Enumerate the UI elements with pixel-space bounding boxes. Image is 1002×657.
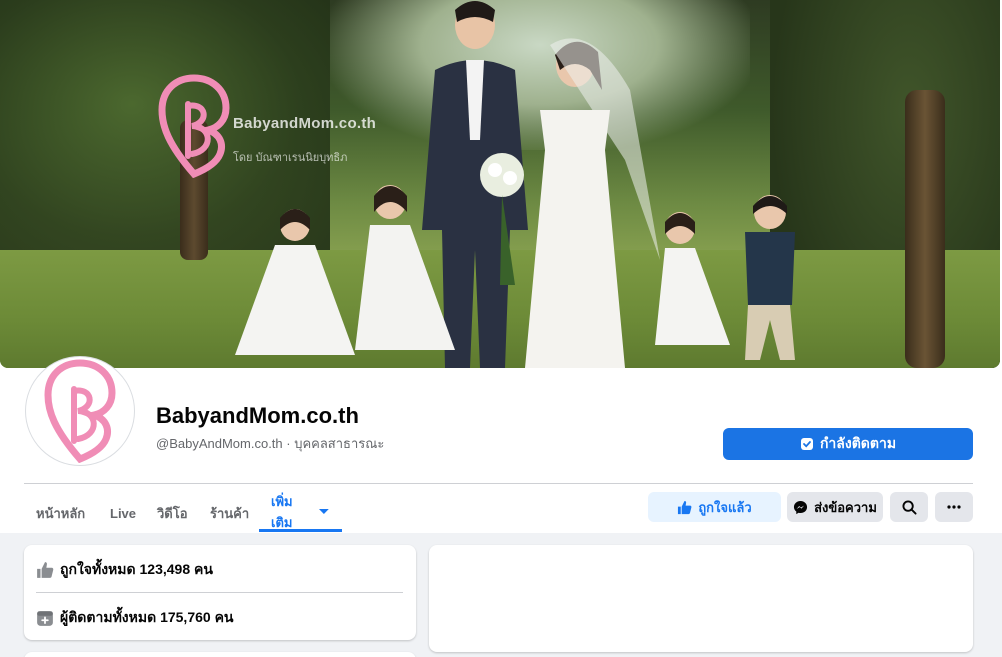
page-avatar[interactable] bbox=[26, 357, 134, 465]
tab-more-label: เพิ่มเติม bbox=[271, 493, 293, 530]
message-button[interactable]: ส่งข้อความ bbox=[787, 492, 883, 522]
following-button-label: กำลังติดตาม bbox=[819, 435, 897, 451]
cover-tree-trunk bbox=[905, 90, 945, 368]
cover-logo-icon bbox=[158, 74, 230, 178]
intro-card bbox=[24, 652, 416, 657]
search-button[interactable] bbox=[890, 492, 928, 522]
followers-stat: ผู้ติดตามทั้งหมด 175,760 คน bbox=[36, 607, 234, 629]
liked-button-label: ถูกใจแล้ว bbox=[698, 499, 752, 515]
avatar-logo-icon bbox=[44, 359, 116, 463]
tab-home[interactable]: หน้าหลัก bbox=[24, 494, 97, 532]
tab-shop[interactable]: ร้านค้า bbox=[198, 494, 261, 532]
tab-live[interactable]: Live bbox=[98, 494, 148, 532]
likes-stat-text: ถูกใจทั้งหมด 123,498 คน bbox=[60, 561, 213, 577]
caret-down-icon bbox=[319, 508, 330, 514]
cover-photo[interactable]: BabyandMom.co.th โดย บัณฑาเรนนิยบุทธิภ bbox=[0, 0, 1000, 368]
followers-stat-text: ผู้ติดตามทั้งหมด 175,760 คน bbox=[60, 609, 234, 625]
tab-home-label: หน้าหลัก bbox=[36, 505, 86, 521]
tab-live-label: Live bbox=[110, 505, 137, 521]
following-check-icon bbox=[800, 438, 813, 450]
following-button[interactable]: กำลังติดตาม bbox=[723, 428, 973, 460]
more-options-button[interactable] bbox=[935, 492, 973, 522]
tab-shop-label: ร้านค้า bbox=[210, 505, 250, 521]
page-stats-card: ถูกใจทั้งหมด 123,498 คน ผู้ติดตามทั้งหมด… bbox=[24, 545, 416, 640]
page-handle: @BabyAndMom.co.th · บุคคลสาธารณะ bbox=[156, 436, 385, 451]
tab-more[interactable]: เพิ่มเติม bbox=[259, 494, 342, 532]
liked-button[interactable]: ถูกใจแล้ว bbox=[648, 492, 781, 522]
page-title: BabyandMom.co.th bbox=[156, 403, 359, 428]
feed-card bbox=[429, 545, 973, 652]
search-icon bbox=[901, 499, 917, 515]
tab-videos[interactable]: วิดีโอ bbox=[145, 494, 200, 532]
likes-stat: ถูกใจทั้งหมด 123,498 คน bbox=[36, 559, 213, 581]
messenger-icon bbox=[794, 500, 808, 514]
cover-sub-text: โดย บัณฑาเรนนิยบุทธิภ bbox=[233, 152, 348, 164]
tab-videos-label: วิดีโอ bbox=[157, 505, 188, 521]
thumbs-up-icon bbox=[37, 562, 54, 578]
cover-family-illustration bbox=[235, 1, 795, 368]
cover-brand-text: BabyandMom.co.th bbox=[233, 115, 377, 132]
more-dots-icon bbox=[947, 505, 961, 509]
thumbs-up-icon bbox=[678, 500, 692, 514]
page-header: BabyandMom.co.th โดย บัณฑาเรนนิยบุทธิภ B… bbox=[0, 0, 1002, 533]
stats-divider bbox=[36, 592, 403, 593]
message-button-label: ส่งข้อความ bbox=[814, 499, 877, 515]
followers-icon bbox=[37, 611, 53, 626]
header-divider bbox=[24, 483, 973, 484]
